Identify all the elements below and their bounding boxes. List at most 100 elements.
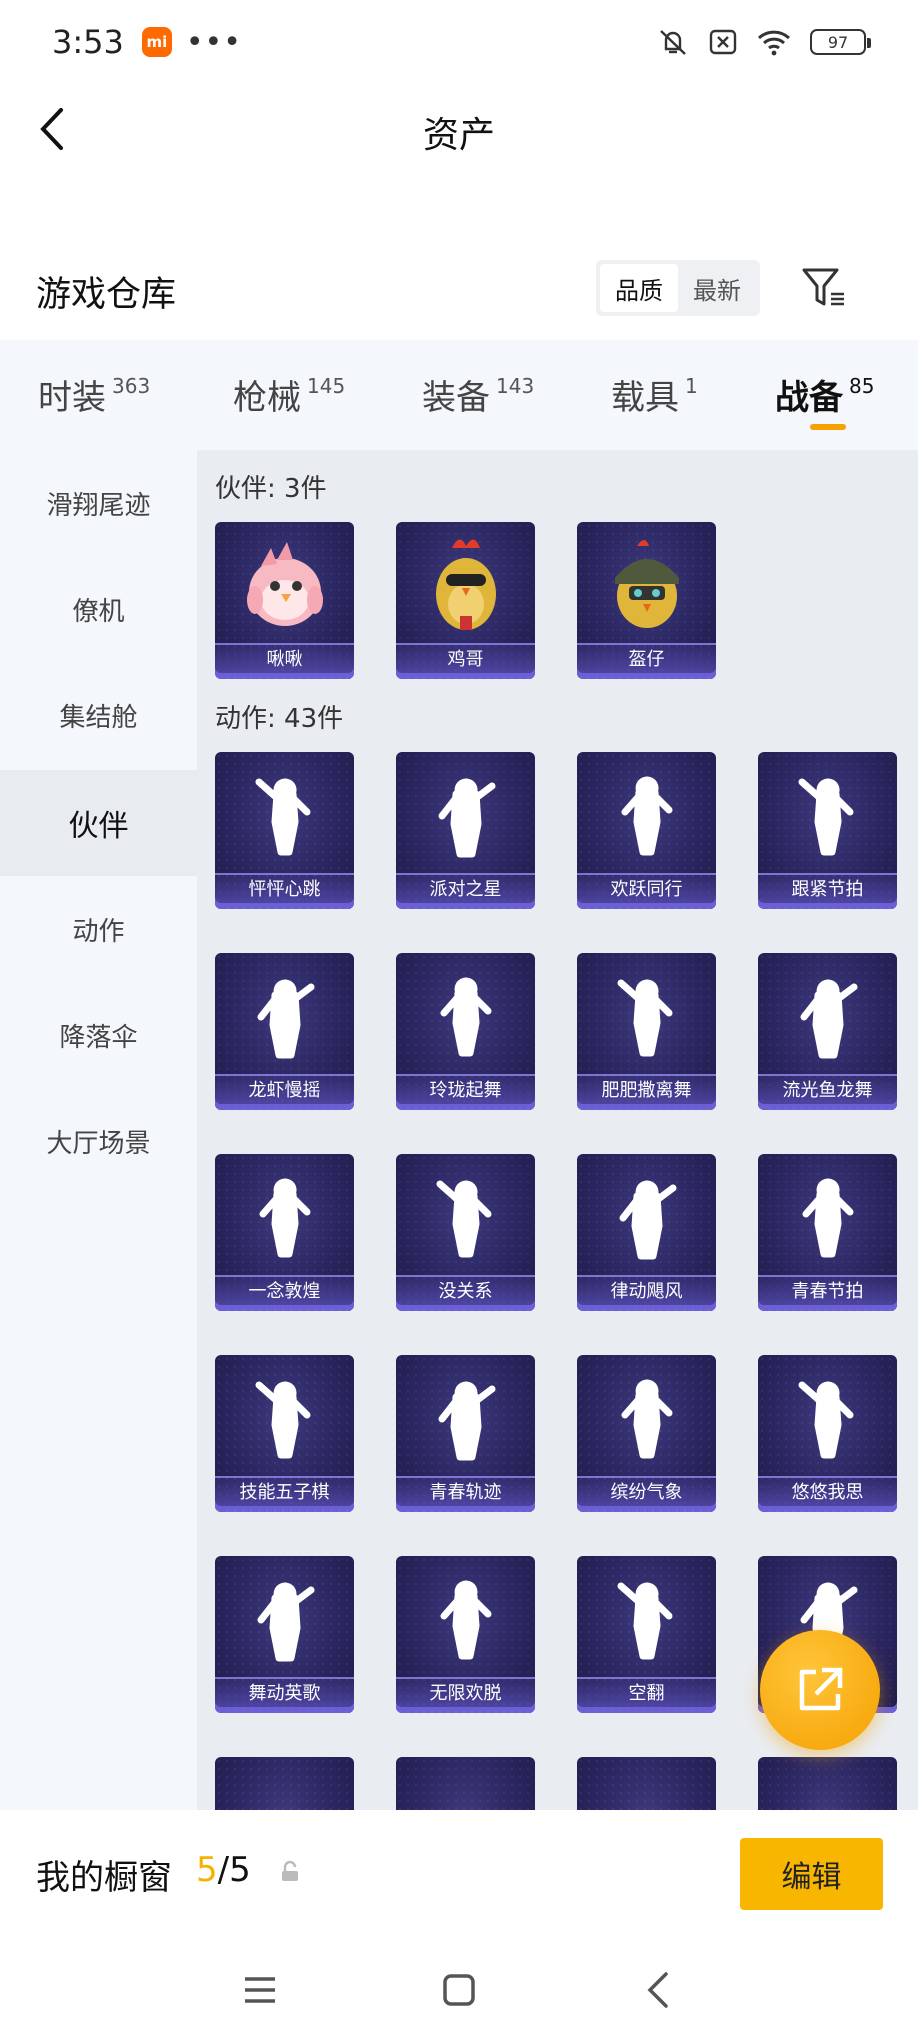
showcase-label: 我的橱窗 [36, 1858, 172, 1898]
page-header: 资产 [0, 84, 918, 174]
mute-icon [660, 30, 686, 55]
chicken-icon [436, 539, 496, 630]
emote-card[interactable]: 跟紧节拍 [758, 752, 897, 909]
tab-vehicles[interactable]: 载具 1 [611, 370, 698, 419]
showcase-current: 5 [196, 1850, 218, 1890]
companion-card[interactable]: 盔仔 [577, 522, 716, 679]
card-label: 肥肥撒离舞 [577, 1074, 716, 1104]
dancer-silhouette-icon [621, 776, 673, 856]
tab-weapons[interactable]: 枪械 145 [233, 370, 345, 419]
dancer-silhouette-icon [802, 1178, 854, 1258]
emote-card[interactable]: 一念敦煌 [215, 1154, 354, 1311]
tab-fashion[interactable]: 时装 363 [38, 370, 150, 419]
dancer-silhouette-icon [440, 1580, 492, 1660]
nav-menu-button[interactable] [238, 1968, 282, 2012]
tab-label: 战备 [775, 378, 843, 418]
card-label: 跟紧节拍 [758, 873, 897, 903]
tab-count: 143 [496, 374, 535, 398]
dancer-silhouette-icon [438, 1381, 496, 1461]
status-icons: 97 [656, 27, 871, 57]
section-title-emotes: 动作: 43件 [215, 704, 344, 734]
section-title-companions: 伙伴: 3件 [215, 474, 327, 504]
card-label: 盔仔 [577, 643, 716, 673]
emote-card[interactable]: 悠悠我思 [758, 1355, 897, 1512]
sidebar-item-companion[interactable]: 伙伴 [0, 770, 197, 876]
dancer-silhouette-icon [436, 1180, 492, 1258]
status-time: 3:53 [52, 23, 124, 61]
dancer-silhouette-icon [617, 979, 673, 1057]
dancer-silhouette-icon [257, 979, 315, 1059]
card-label: 流光鱼龙舞 [758, 1074, 897, 1104]
category-tabs: 时装 363 枪械 145 装备 143 载具 1 战备 85 [0, 340, 918, 450]
emote-card[interactable]: 玲珑起舞 [396, 953, 535, 1110]
card-label: 舞动英歌 [215, 1677, 354, 1707]
card-label: 怦怦心跳 [215, 873, 354, 903]
emote-card[interactable]: 流光鱼龙舞 [758, 953, 897, 1110]
companion-card[interactable]: 鸡哥 [396, 522, 535, 679]
tab-count: 363 [112, 374, 151, 398]
emote-card[interactable]: 缤纷气象 [577, 1355, 716, 1512]
emote-card[interactable] [215, 1757, 354, 1810]
tab-combat-gear[interactable]: 战备 85 [775, 370, 874, 419]
emote-card[interactable] [758, 1757, 897, 1810]
emote-card[interactable]: 空翻 [577, 1556, 716, 1713]
sidebar-item-assembly-pod[interactable]: 集结舱 [0, 662, 197, 768]
home-icon [443, 1974, 475, 2006]
sidebar-item-wingman[interactable]: 僚机 [0, 556, 197, 662]
sidebar-item-lobby-scene[interactable]: 大厅场景 [0, 1088, 197, 1194]
dancer-silhouette-icon [619, 1180, 677, 1260]
warehouse-title: 游戏仓库 [36, 275, 177, 315]
emote-card[interactable]: 律动飓风 [577, 1154, 716, 1311]
companion-card[interactable]: 啾啾 [215, 522, 354, 679]
back-icon [647, 1972, 668, 2008]
tab-label: 装备 [422, 378, 490, 418]
sidebar-item-emote[interactable]: 动作 [0, 876, 197, 982]
emote-card[interactable] [577, 1757, 716, 1810]
emote-card[interactable]: 技能五子棋 [215, 1355, 354, 1512]
card-label: 青春轨迹 [396, 1476, 535, 1506]
emote-card[interactable]: 无限欢脱 [396, 1556, 535, 1713]
emote-card[interactable]: 龙虾慢摇 [215, 953, 354, 1110]
card-label: 悠悠我思 [758, 1476, 897, 1506]
emote-card[interactable]: 怦怦心跳 [215, 752, 354, 909]
card-label: 青春节拍 [758, 1275, 897, 1305]
tab-count: 145 [307, 374, 346, 398]
pink-bird-icon [247, 542, 323, 626]
sub-category-sidebar: 滑翔尾迹 僚机 集结舱 伙伴 动作 降落伞 大厅场景 [0, 450, 197, 1810]
dancer-silhouette-icon [798, 778, 854, 856]
wifi-icon [757, 30, 791, 56]
card-label: 无限欢脱 [396, 1677, 535, 1707]
card-label: 空翻 [577, 1677, 716, 1707]
edit-button[interactable]: 编辑 [740, 1838, 883, 1910]
emote-card[interactable] [396, 1757, 535, 1810]
share-button[interactable] [760, 1630, 880, 1750]
nav-home-button[interactable] [437, 1968, 481, 2012]
card-label: 欢跃同行 [577, 873, 716, 903]
showcase-count: 5/5 [196, 1850, 251, 1890]
filter-button[interactable] [796, 260, 852, 316]
helmet-chick-icon [615, 540, 679, 628]
tab-label: 时装 [38, 378, 106, 418]
sort-quality-option[interactable]: 品质 [600, 264, 678, 312]
card-label: 鸡哥 [396, 643, 535, 673]
sidebar-item-parachute[interactable]: 降落伞 [0, 982, 197, 1088]
status-bar: 3:53 mi ••• 97 [0, 0, 918, 84]
emote-card[interactable]: 肥肥撒离舞 [577, 953, 716, 1110]
emote-card[interactable]: 青春节拍 [758, 1154, 897, 1311]
menu-icon [245, 1977, 275, 2003]
dancer-silhouette-icon [440, 977, 492, 1057]
emote-card[interactable]: 派对之星 [396, 752, 535, 909]
sort-newest-option[interactable]: 最新 [678, 264, 756, 312]
tab-label: 枪械 [233, 378, 301, 418]
emote-card[interactable]: 没关系 [396, 1154, 535, 1311]
nav-back-button[interactable] [636, 1968, 680, 2012]
mi-app-icon: mi [141, 27, 172, 57]
card-label: 缤纷气象 [577, 1476, 716, 1506]
tab-equipment[interactable]: 装备 143 [422, 370, 534, 419]
card-label: 没关系 [396, 1275, 535, 1305]
emote-card[interactable]: 舞动英歌 [215, 1556, 354, 1713]
tab-count: 1 [685, 374, 698, 398]
emote-card[interactable]: 青春轨迹 [396, 1355, 535, 1512]
emote-card[interactable]: 欢跃同行 [577, 752, 716, 909]
sidebar-item-glide-trail[interactable]: 滑翔尾迹 [0, 450, 197, 556]
